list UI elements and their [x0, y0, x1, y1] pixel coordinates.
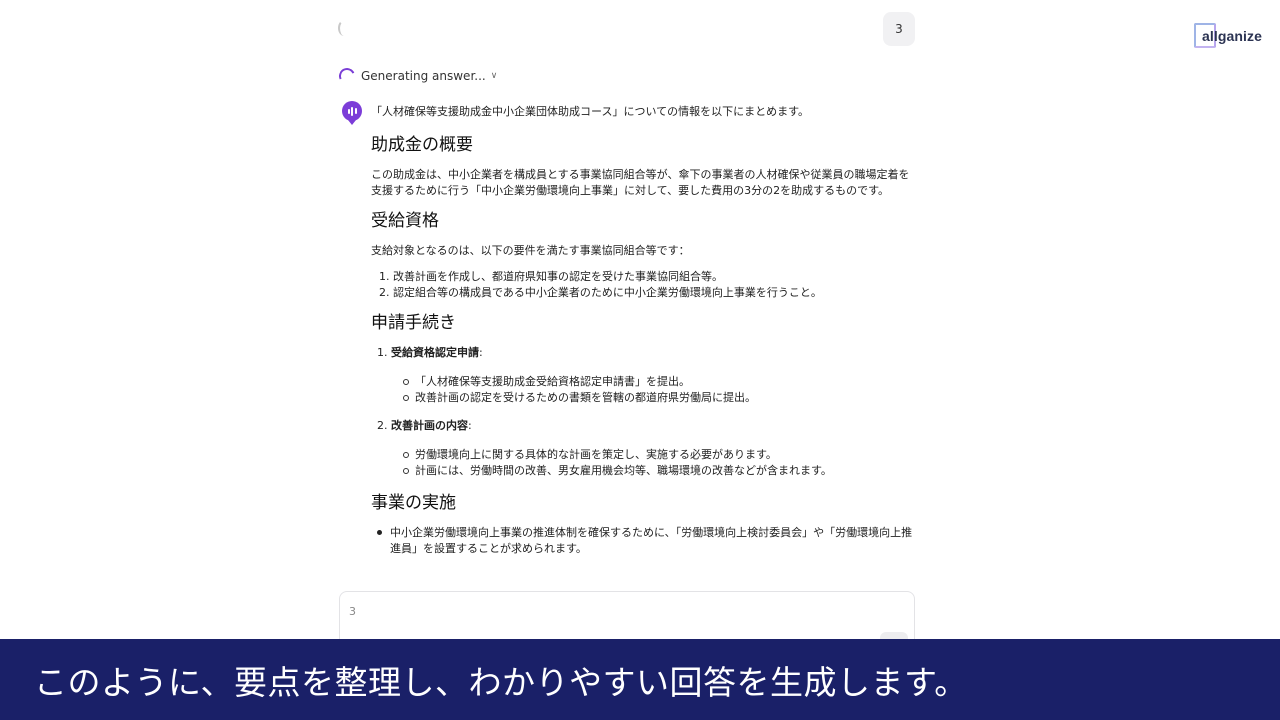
brand-logo: allganize [1194, 23, 1262, 48]
query-badge[interactable]: 3 [883, 12, 915, 46]
step-title: 2. 改善計画の内容: [377, 419, 472, 432]
step-sublist: 「人材確保等支援助成金受給資格認定申請書」を提出。 改善計画の認定を受けるための… [377, 374, 916, 406]
assistant-answer: 「人材確保等支援助成金中小企業団体助成コース」についての情報を以下にまとめます。… [371, 104, 916, 557]
list-item: 労働環境向上に関する具体的な計画を策定し、実施する必要があります。 [403, 447, 916, 463]
eligibility-body: 支給対象となるのは、以下の要件を満たす事業協同組合等です： [371, 244, 690, 257]
list-item: 改善計画の認定を受けるための書類を管轄の都道府県労働局に提出。 [403, 390, 916, 406]
message-input[interactable]: 3 [349, 605, 356, 618]
assistant-avatar-icon [342, 101, 362, 125]
overview-body: この助成金は、中小企業者を構成員とする事業協同組合等が、傘下の事業者の人材確保や… [371, 168, 910, 197]
list-item: 計画には、労働時間の改善、男女雇用機会均等、職場環境の改善などが含まれます。 [403, 463, 916, 479]
section-heading-implementation: 事業の実施 [371, 493, 456, 513]
chevron-down-icon[interactable]: ∨ [491, 71, 498, 81]
generation-status[interactable]: Generating answer... ∨ [336, 65, 498, 87]
section-heading-procedure: 申請手続き [371, 313, 456, 333]
subtitle-caption-bar: このように、要点を整理し、わかりやすい回答を生成します。 [0, 639, 1280, 720]
section-heading-overview: 助成金の概要 [371, 135, 473, 155]
loading-spinner-icon [336, 65, 358, 87]
subtitle-text: このように、要点を整理し、わかりやすい回答を生成します。 [34, 662, 968, 702]
step-sublist: 労働環境向上に関する具体的な計画を策定し、実施する必要があります。 計画には、労… [377, 447, 916, 479]
section-heading-eligibility: 受給資格 [371, 211, 439, 231]
list-item: 「人材確保等支援助成金受給資格認定申請書」を提出。 [403, 374, 916, 390]
top-loading-indicator [338, 20, 350, 36]
list-item: 中小企業労働環境向上事業の推進体制を確保するために、「労働環境向上検討委員会」や… [376, 525, 916, 557]
answer-intro: 「人材確保等支援助成金中小企業団体助成コース」についての情報を以下にまとめます。 [371, 105, 810, 118]
list-item: 2. 認定組合等の構成員である中小企業者のために中小企業労働環境向上事業を行うこ… [379, 286, 822, 299]
step-title: 1. 受給資格認定申請: [377, 346, 483, 359]
brand-name: allganize [1202, 27, 1263, 44]
status-text: Generating answer... [361, 69, 486, 83]
procedure-steps: 1. 受給資格認定申請: 「人材確保等支援助成金受給資格認定申請書」を提出。 改… [371, 345, 916, 479]
implementation-list: 中小企業労働環境向上事業の推進体制を確保するために、「労働環境向上検討委員会」や… [371, 525, 916, 557]
list-item: 1. 改善計画を作成し、都道府県知事の認定を受けた事業協同組合等。 [379, 270, 723, 283]
eligibility-list: 1. 改善計画を作成し、都道府県知事の認定を受けた事業協同組合等。 2. 認定組… [371, 269, 916, 301]
